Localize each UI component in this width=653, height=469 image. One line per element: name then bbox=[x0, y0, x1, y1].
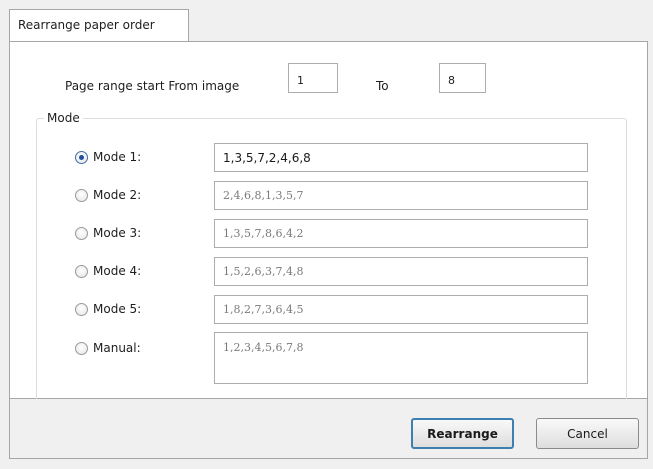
mode-1-label: Mode 1: bbox=[93, 150, 142, 164]
manual-sequence-textarea[interactable]: 1,2,3,4,5,6,7,8 bbox=[214, 332, 588, 384]
mode-1-radio[interactable]: Mode 1: bbox=[75, 147, 141, 167]
to-image-input[interactable] bbox=[439, 63, 486, 93]
mode-4-sequence[interactable] bbox=[214, 257, 588, 286]
radio-unchecked-icon bbox=[75, 302, 88, 316]
mode-4-label: Mode 4: bbox=[93, 264, 142, 278]
manual-label: Manual: bbox=[93, 341, 141, 355]
to-label: To bbox=[376, 79, 389, 93]
mode-3-radio[interactable]: Mode 3: bbox=[75, 223, 141, 243]
mode-2-label: Mode 2: bbox=[93, 188, 142, 202]
radio-unchecked-icon bbox=[75, 226, 88, 240]
tab-label: Rearrange paper order bbox=[18, 18, 155, 32]
mode-1-sequence[interactable] bbox=[214, 143, 588, 172]
page-range-label: Page range start From image bbox=[65, 79, 240, 93]
mode-5-radio[interactable]: Mode 5: bbox=[75, 299, 141, 319]
mode-5-label: Mode 5: bbox=[93, 302, 142, 316]
from-image-input[interactable] bbox=[288, 63, 338, 93]
mode-2-radio[interactable]: Mode 2: bbox=[75, 185, 141, 205]
mode-3-label: Mode 3: bbox=[93, 226, 142, 240]
radio-unchecked-icon bbox=[75, 341, 88, 355]
tab-rearrange-paper-order[interactable]: Rearrange paper order bbox=[9, 9, 189, 42]
rearrange-button[interactable]: Rearrange bbox=[411, 418, 514, 449]
cancel-button[interactable]: Cancel bbox=[536, 418, 639, 449]
mode-5-sequence[interactable] bbox=[214, 295, 588, 324]
radio-checked-icon bbox=[75, 150, 88, 164]
manual-radio[interactable]: Manual: bbox=[75, 338, 141, 358]
mode-2-sequence[interactable] bbox=[214, 181, 588, 210]
radio-unchecked-icon bbox=[75, 188, 88, 202]
mode-group-title: Mode bbox=[44, 111, 83, 125]
mode-3-sequence[interactable] bbox=[214, 219, 588, 248]
radio-unchecked-icon bbox=[75, 264, 88, 278]
mode-4-radio[interactable]: Mode 4: bbox=[75, 261, 141, 281]
